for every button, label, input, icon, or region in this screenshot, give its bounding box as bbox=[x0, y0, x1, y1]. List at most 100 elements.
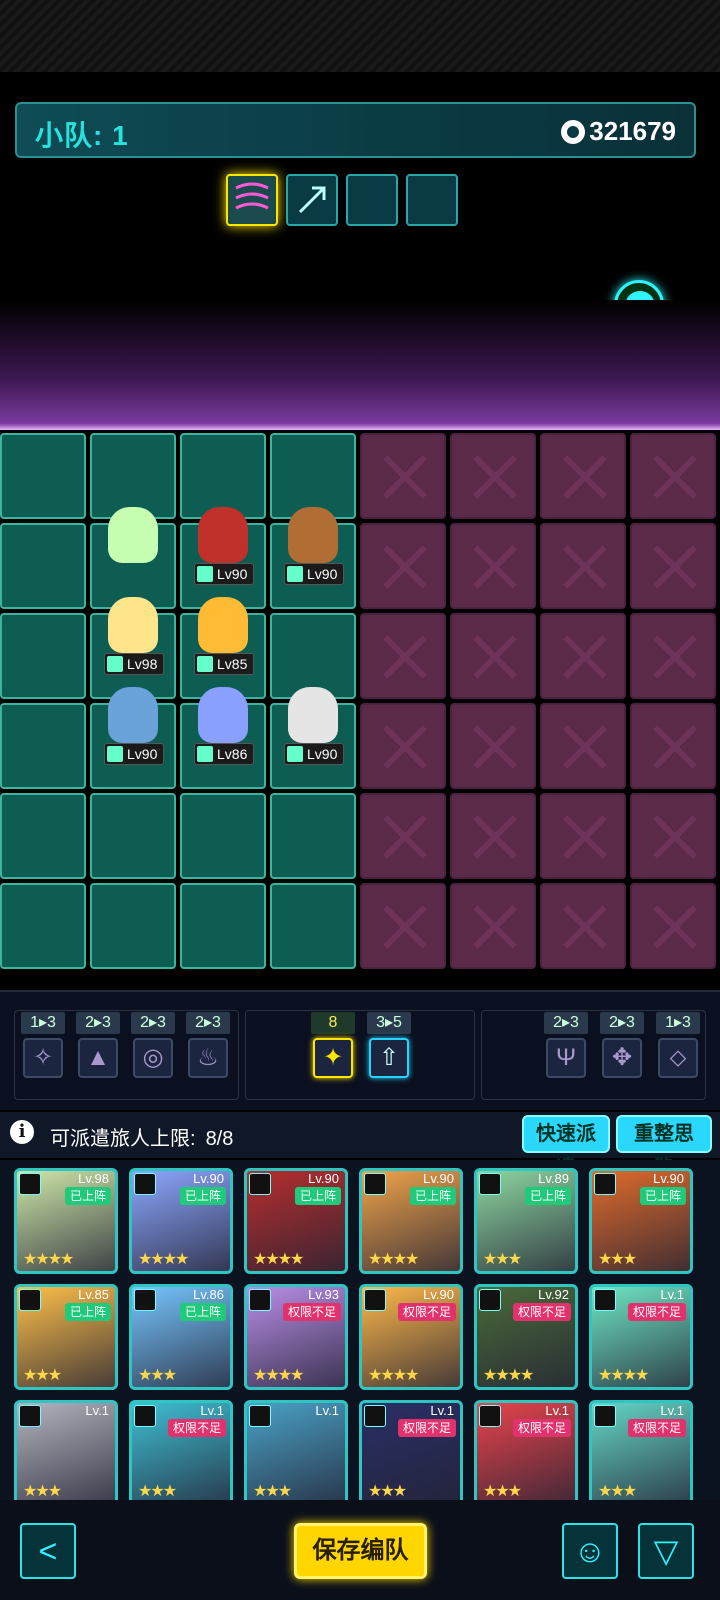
enemy-tile[interactable] bbox=[630, 433, 716, 519]
unit-level: Lv98 bbox=[104, 653, 165, 675]
enemy-tile[interactable] bbox=[450, 613, 536, 699]
save-formation-button[interactable]: 保存编队 bbox=[294, 1523, 427, 1579]
enemy-tile[interactable] bbox=[360, 433, 446, 519]
synergy-item[interactable]: 2▸3 ✥ bbox=[600, 1012, 644, 1078]
unit-sprite bbox=[198, 507, 248, 563]
roster-card[interactable]: Lv.1 ★★★ bbox=[14, 1400, 118, 1506]
roster-card[interactable]: Lv.90 已上阵 ★★★★ bbox=[129, 1168, 233, 1274]
synergy-item[interactable]: 3▸5 ⇧ bbox=[367, 1012, 411, 1078]
class-icon bbox=[249, 1173, 271, 1195]
class-icon bbox=[107, 656, 123, 672]
ally-tile[interactable] bbox=[0, 433, 86, 519]
enemy-tile[interactable] bbox=[540, 883, 626, 969]
roster-card[interactable]: Lv.93 权限不足 ★★★★ bbox=[244, 1284, 348, 1390]
enemy-tile[interactable] bbox=[360, 883, 446, 969]
synergy-item[interactable]: 2▸3 Ψ bbox=[544, 1012, 588, 1078]
roster-card[interactable]: Lv.1 权限不足 ★★★ bbox=[359, 1400, 463, 1506]
class-icon bbox=[479, 1173, 501, 1195]
roster-card[interactable]: Lv.86 已上阵 ★★★ bbox=[129, 1284, 233, 1390]
ally-tile[interactable] bbox=[0, 703, 86, 789]
card-status-badge: 权限不足 bbox=[512, 1419, 571, 1437]
unit-helmet-boy[interactable]: Lv90 bbox=[270, 683, 356, 769]
roster-card[interactable]: Lv.92 权限不足 ★★★★ bbox=[474, 1284, 578, 1390]
unit-blue-girl[interactable]: Lv86 bbox=[180, 683, 266, 769]
roster-card[interactable]: Lv.1 权限不足 ★★★ bbox=[474, 1400, 578, 1506]
enemy-tile[interactable] bbox=[360, 703, 446, 789]
ally-tile[interactable] bbox=[270, 883, 356, 969]
synergy-item[interactable]: 2▸3 ◎ bbox=[131, 1012, 175, 1078]
unit-cat-boy[interactable]: Lv90 bbox=[270, 503, 356, 589]
enemy-tile[interactable] bbox=[450, 523, 536, 609]
roster-card[interactable]: Lv.89 已上阵 ★★★ bbox=[474, 1168, 578, 1274]
quick-deploy-button[interactable]: 快速派遣 bbox=[522, 1115, 610, 1179]
enemy-tile[interactable] bbox=[360, 613, 446, 699]
synergy-icon: ✦ bbox=[313, 1038, 353, 1078]
enemy-tile[interactable] bbox=[450, 793, 536, 879]
enemy-tile[interactable] bbox=[630, 523, 716, 609]
enemy-tile[interactable] bbox=[540, 433, 626, 519]
ally-tile[interactable] bbox=[0, 613, 86, 699]
skill-slot-3[interactable] bbox=[346, 174, 398, 226]
skill-slot-1[interactable] bbox=[226, 174, 278, 226]
unit-yellow-hat[interactable]: Lv85 bbox=[180, 593, 266, 679]
enemy-tile[interactable] bbox=[450, 703, 536, 789]
synergy-item[interactable]: 8 ✦ bbox=[311, 1012, 355, 1078]
ally-tile[interactable] bbox=[180, 883, 266, 969]
ally-tile[interactable] bbox=[90, 883, 176, 969]
roster-card[interactable]: Lv.1 权限不足 ★★★ bbox=[589, 1400, 693, 1506]
status-bar bbox=[0, 0, 720, 72]
synergy-item[interactable]: 1▸3 ⬦ bbox=[656, 1012, 700, 1078]
enemy-tile[interactable] bbox=[540, 523, 626, 609]
roster-card[interactable]: Lv.90 已上阵 ★★★★ bbox=[359, 1168, 463, 1274]
unit-blonde-girl[interactable]: Lv98 bbox=[90, 593, 176, 679]
roster-card[interactable]: Lv.90 已上阵 ★★★ bbox=[589, 1168, 693, 1274]
enemy-tile[interactable] bbox=[630, 613, 716, 699]
roster-card[interactable]: Lv.85 已上阵 ★★★ bbox=[14, 1284, 118, 1390]
roster-card[interactable]: Lv.90 权限不足 ★★★★ bbox=[359, 1284, 463, 1390]
enemy-tile[interactable] bbox=[360, 793, 446, 879]
unit-robot[interactable]: Lv90 bbox=[180, 503, 266, 589]
unit-sprite bbox=[108, 687, 158, 743]
enemy-tile[interactable] bbox=[630, 793, 716, 879]
ally-tile[interactable] bbox=[0, 523, 86, 609]
unit-level: Lv90 bbox=[194, 563, 255, 585]
ally-tile[interactable] bbox=[0, 883, 86, 969]
roster-card[interactable]: Lv.98 已上阵 ★★★★ bbox=[14, 1168, 118, 1274]
enemy-tile[interactable] bbox=[630, 883, 716, 969]
wave-icon bbox=[235, 182, 269, 210]
roster-card[interactable]: Lv.1 权限不足 ★★★★ bbox=[589, 1284, 693, 1390]
synergy-item[interactable]: 2▸3 ♨ bbox=[186, 1012, 230, 1078]
roster-card[interactable]: Lv.90 已上阵 ★★★★ bbox=[244, 1168, 348, 1274]
ally-tile[interactable] bbox=[180, 793, 266, 879]
enemy-tile[interactable] bbox=[360, 523, 446, 609]
enemy-tile[interactable] bbox=[450, 433, 536, 519]
synergy-count: 1▸3 bbox=[656, 1012, 700, 1034]
skill-slot-2[interactable] bbox=[286, 174, 338, 226]
synergy-item[interactable]: 1▸3 ✧ bbox=[21, 1012, 65, 1078]
head-icon[interactable]: ☺ bbox=[562, 1523, 618, 1579]
card-level: Lv.1 bbox=[85, 1403, 109, 1418]
roster-card[interactable]: Lv.1 权限不足 ★★★ bbox=[129, 1400, 233, 1506]
ally-tile[interactable] bbox=[270, 793, 356, 879]
ally-tile[interactable] bbox=[90, 793, 176, 879]
back-button[interactable]: < bbox=[20, 1523, 76, 1579]
card-status-badge: 权限不足 bbox=[282, 1303, 341, 1321]
unit-green-girl[interactable] bbox=[90, 503, 176, 589]
enemy-tile[interactable] bbox=[450, 883, 536, 969]
game-screen: 小队: 1 321679 Lv90 Lv90 Lv98 Lv85 Lv90 Lv86 Lv9… bbox=[0, 0, 720, 1600]
roster-card[interactable]: Lv.1 ★★★ bbox=[244, 1400, 348, 1506]
ally-tile[interactable] bbox=[0, 793, 86, 879]
enemy-tile[interactable] bbox=[540, 793, 626, 879]
enemy-tile[interactable] bbox=[540, 703, 626, 789]
enemy-tile[interactable] bbox=[630, 703, 716, 789]
sparkle-arrow-icon bbox=[298, 186, 326, 214]
synergy-item[interactable]: 2▸3 ▲ bbox=[76, 1012, 120, 1078]
skill-slot-4[interactable] bbox=[406, 174, 458, 226]
synergy-icon: ✥ bbox=[602, 1038, 642, 1078]
filter-icon[interactable]: ▽ bbox=[638, 1523, 694, 1579]
reorganize-button[interactable]: 重整思路 bbox=[616, 1115, 712, 1179]
enemy-tile[interactable] bbox=[540, 613, 626, 699]
synergy-icon: ✧ bbox=[23, 1038, 63, 1078]
info-icon[interactable]: i bbox=[10, 1120, 34, 1144]
unit-fox-girl[interactable]: Lv90 bbox=[90, 683, 176, 769]
